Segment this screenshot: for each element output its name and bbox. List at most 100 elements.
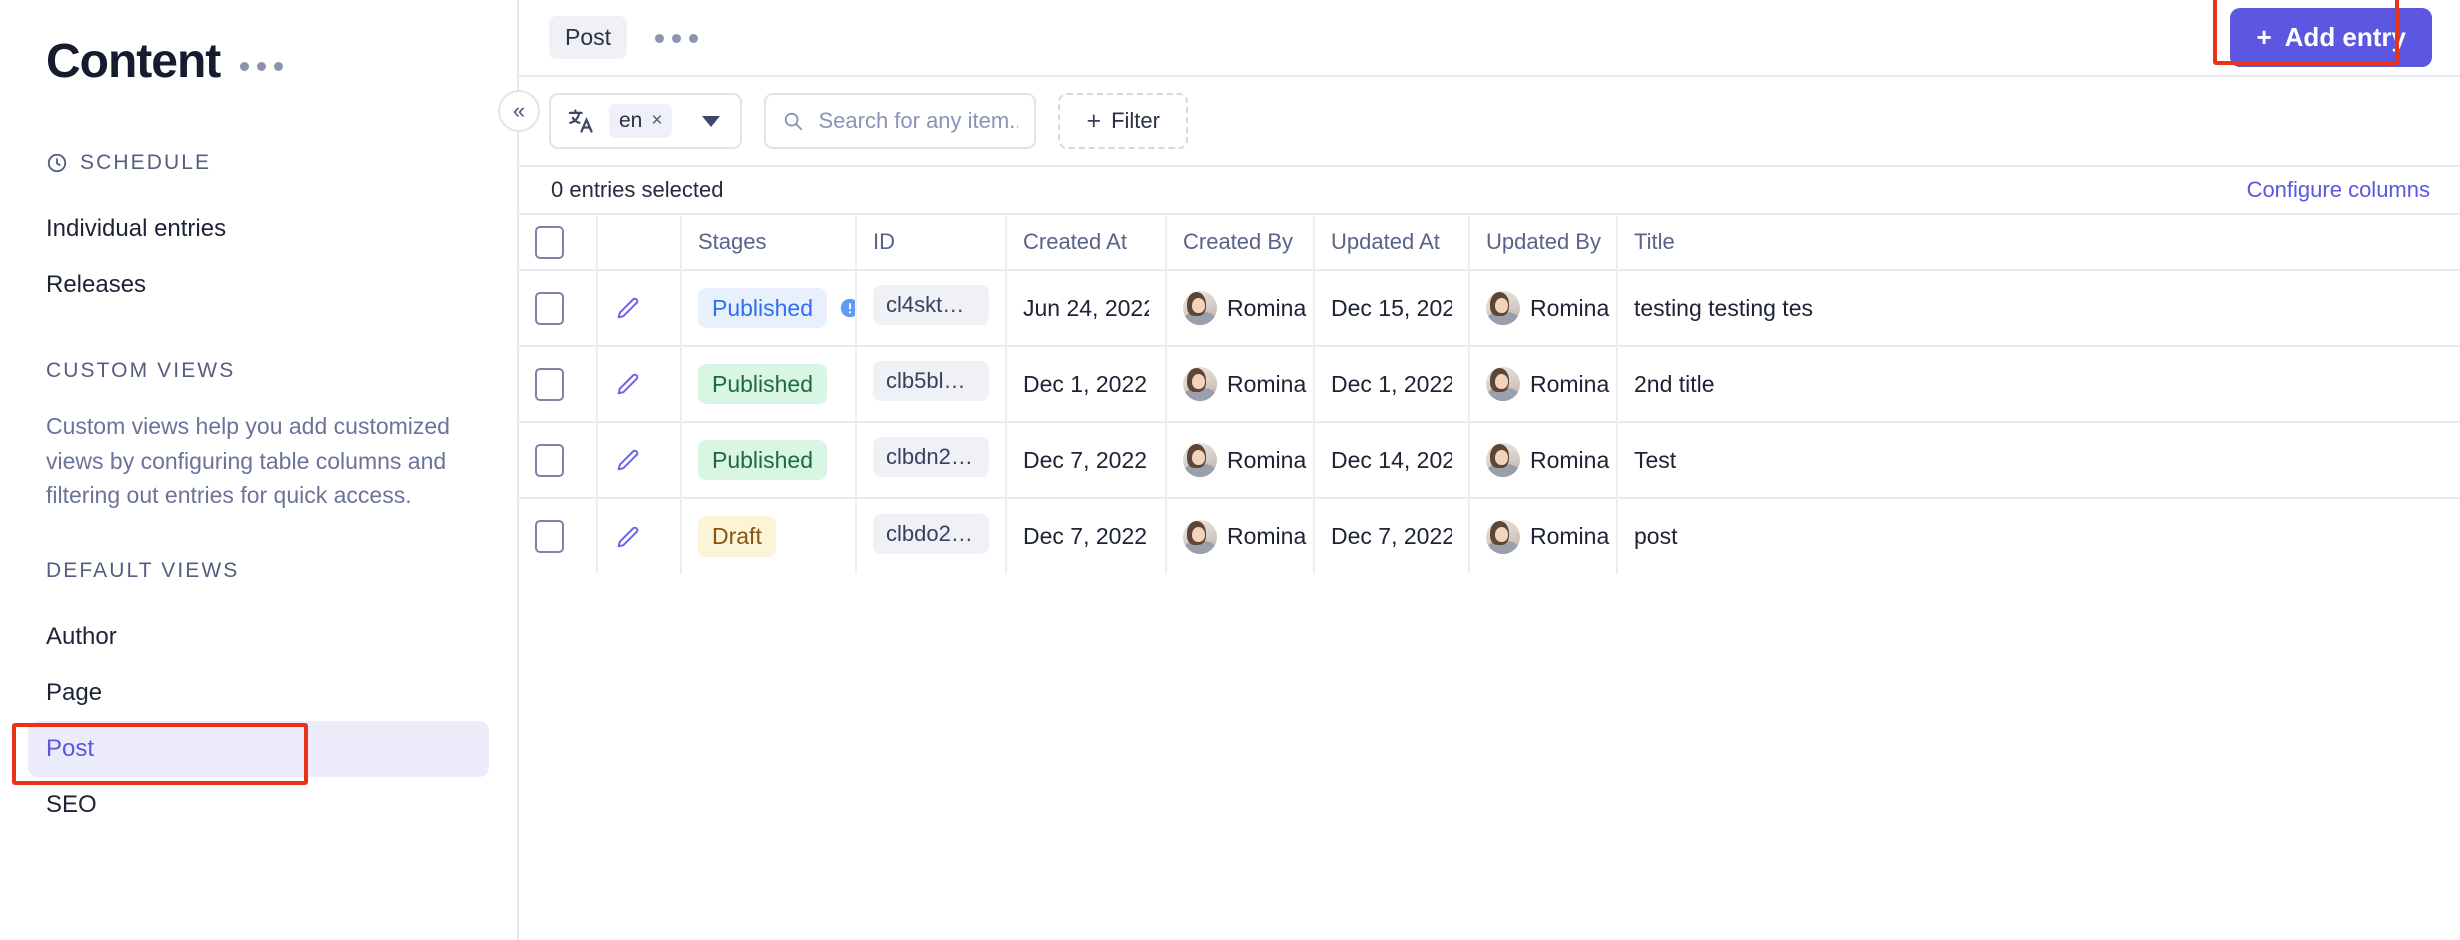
row-updated-at-cell: Dec 14, 2022, 10:0: [1314, 422, 1469, 498]
ellipsis-icon[interactable]: [240, 52, 283, 71]
row-created-by-cell: Romina Soto: [1166, 422, 1314, 498]
sidebar-section-label: SCHEDULE: [80, 151, 211, 175]
avatar: [1183, 291, 1217, 325]
user-name: Romina Soto: [1530, 295, 1617, 322]
column-header-created-by[interactable]: Created By: [1166, 214, 1314, 270]
table-head: Stages ID Created At Created By Updated …: [519, 214, 2460, 270]
sidebar-item-author[interactable]: Author: [28, 609, 489, 665]
search-input[interactable]: [818, 108, 1018, 134]
user-name: Romina Soto: [1227, 371, 1314, 398]
table-header-row: Stages ID Created At Created By Updated …: [519, 214, 2460, 270]
page-title: Content: [46, 34, 220, 89]
column-header-edit: [597, 214, 681, 270]
column-header-stages[interactable]: Stages: [681, 214, 856, 270]
language-select[interactable]: en ×: [549, 93, 742, 149]
caret-down-icon[interactable]: [702, 116, 720, 127]
user-name: Romina Soto: [1227, 523, 1314, 550]
column-header-updated-by[interactable]: Updated By: [1469, 214, 1617, 270]
sidebar-item-page[interactable]: Page: [28, 665, 489, 721]
sidebar-item-seo[interactable]: SEO: [28, 777, 489, 833]
column-header-title[interactable]: Title: [1617, 214, 2460, 270]
search-box[interactable]: [764, 93, 1036, 149]
entry-id-chip[interactable]: clbdn2fjithnl0...: [873, 437, 989, 477]
column-header-created-at[interactable]: Created At: [1006, 214, 1166, 270]
avatar: [1183, 443, 1217, 477]
row-updated-by-cell: Romina Soto: [1469, 270, 1617, 346]
add-entry-wrapper: + Add entry: [2230, 8, 2432, 67]
plus-icon: +: [1086, 107, 1101, 136]
row-id-cell: clbdn2fjithnl0...: [856, 422, 1006, 498]
add-entry-label: Add entry: [2285, 22, 2406, 53]
language-chip-label: en: [619, 109, 642, 133]
row-edit-cell: [597, 498, 681, 574]
row-updated-by-cell: Romina Soto: [1469, 346, 1617, 422]
app-root: Content SCHEDULE Individual entries Rele…: [0, 0, 2460, 940]
sidebar-section-default-views: DEFAULT VIEWS: [0, 559, 517, 583]
row-updated-at-cell: Dec 1, 2022, 1:57 P: [1314, 346, 1469, 422]
entry-id-chip[interactable]: clbdo25sbtqei...: [873, 514, 989, 554]
language-chip[interactable]: en ×: [609, 104, 672, 138]
row-created-at-cell: Dec 1, 2022, 1:57 P: [1006, 346, 1166, 422]
row-title-cell: testing testing tes: [1617, 270, 2460, 346]
row-id-cell: cl4sktm7gbda...: [856, 270, 1006, 346]
selection-bar: 0 entries selected Configure columns: [519, 165, 2460, 213]
table-row[interactable]: Published clb5blvzekcnh... Dec 1, 2022, 1:…: [519, 346, 2460, 422]
close-icon[interactable]: ×: [651, 110, 662, 132]
avatar: [1486, 291, 1520, 325]
search-icon: [782, 110, 804, 132]
ellipsis-icon[interactable]: [655, 32, 698, 43]
entry-id-chip[interactable]: cl4sktm7gbda...: [873, 285, 989, 325]
row-title-cell: 2nd title: [1617, 346, 2460, 422]
filter-toolbar: « en × + Filter: [519, 77, 2460, 165]
sidebar-item-individual-entries[interactable]: Individual entries: [28, 201, 489, 257]
title-value: Test: [1634, 447, 2444, 474]
row-stage-cell: Published: [681, 270, 856, 346]
pencil-icon[interactable]: [614, 370, 642, 398]
entries-table: Stages ID Created At Created By Updated …: [519, 213, 2460, 574]
avatar: [1486, 367, 1520, 401]
column-header-updated-at[interactable]: Updated At: [1314, 214, 1469, 270]
select-all-checkbox[interactable]: [535, 226, 564, 259]
pencil-icon[interactable]: [614, 446, 642, 474]
sidebar-section-label: DEFAULT VIEWS: [46, 559, 239, 583]
row-created-at-cell: Dec 7, 2022, 9:40: [1006, 422, 1166, 498]
configure-columns-link[interactable]: Configure columns: [2247, 177, 2430, 203]
row-edit-cell: [597, 346, 681, 422]
title-value: post: [1634, 523, 2444, 550]
top-bar: Post + Add entry: [519, 0, 2460, 77]
row-stage-cell: Published: [681, 422, 856, 498]
sidebar-section-label: CUSTOM VIEWS: [46, 359, 235, 383]
table-row[interactable]: Published clbdn2fjithnl0... Dec 7, 2022, 9…: [519, 422, 2460, 498]
entry-id-chip[interactable]: clb5blvzekcnh...: [873, 361, 989, 401]
chevron-double-left-icon[interactable]: «: [498, 90, 540, 132]
row-id-cell: clb5blvzekcnh...: [856, 346, 1006, 422]
avatar: [1183, 520, 1217, 554]
column-header-id[interactable]: ID: [856, 214, 1006, 270]
row-checkbox[interactable]: [535, 292, 564, 325]
info-icon[interactable]: [839, 297, 856, 319]
sidebar-item-releases[interactable]: Releases: [28, 257, 489, 313]
status-badge: Published: [698, 440, 827, 480]
table-body: Publishedcl4sktm7gbda...Jun 24, 2022, 11…: [519, 270, 2460, 574]
sidebar-item-post[interactable]: Post: [28, 721, 489, 777]
pencil-icon[interactable]: [614, 294, 642, 322]
sidebar-section-custom-views: CUSTOM VIEWS: [0, 359, 517, 383]
sidebar-header: Content: [0, 34, 517, 89]
created-by-value: Romina Soto: [1183, 367, 1297, 401]
row-created-by-cell: Romina Soto: [1166, 498, 1314, 574]
row-checkbox[interactable]: [535, 368, 564, 401]
updated-by-value: Romina Soto: [1486, 291, 1600, 325]
row-checkbox[interactable]: [535, 520, 564, 553]
pencil-icon[interactable]: [614, 523, 642, 551]
table-row[interactable]: Publishedcl4sktm7gbda...Jun 24, 2022, 11…: [519, 270, 2460, 346]
row-stage-cell: Published: [681, 346, 856, 422]
user-name: Romina Soto: [1227, 447, 1314, 474]
add-entry-button[interactable]: + Add entry: [2230, 8, 2432, 67]
model-chip-post[interactable]: Post: [549, 16, 627, 59]
updated-at-value: Dec 14, 2022, 10:0: [1331, 447, 1452, 474]
created-at-value: Dec 1, 2022, 1:57 P: [1023, 371, 1149, 398]
table-row[interactable]: Draftclbdo25sbtqei...Dec 7, 2022, 10:08R…: [519, 498, 2460, 574]
add-filter-button[interactable]: + Filter: [1058, 93, 1188, 149]
row-checkbox[interactable]: [535, 444, 564, 477]
plus-icon: +: [2256, 22, 2271, 53]
